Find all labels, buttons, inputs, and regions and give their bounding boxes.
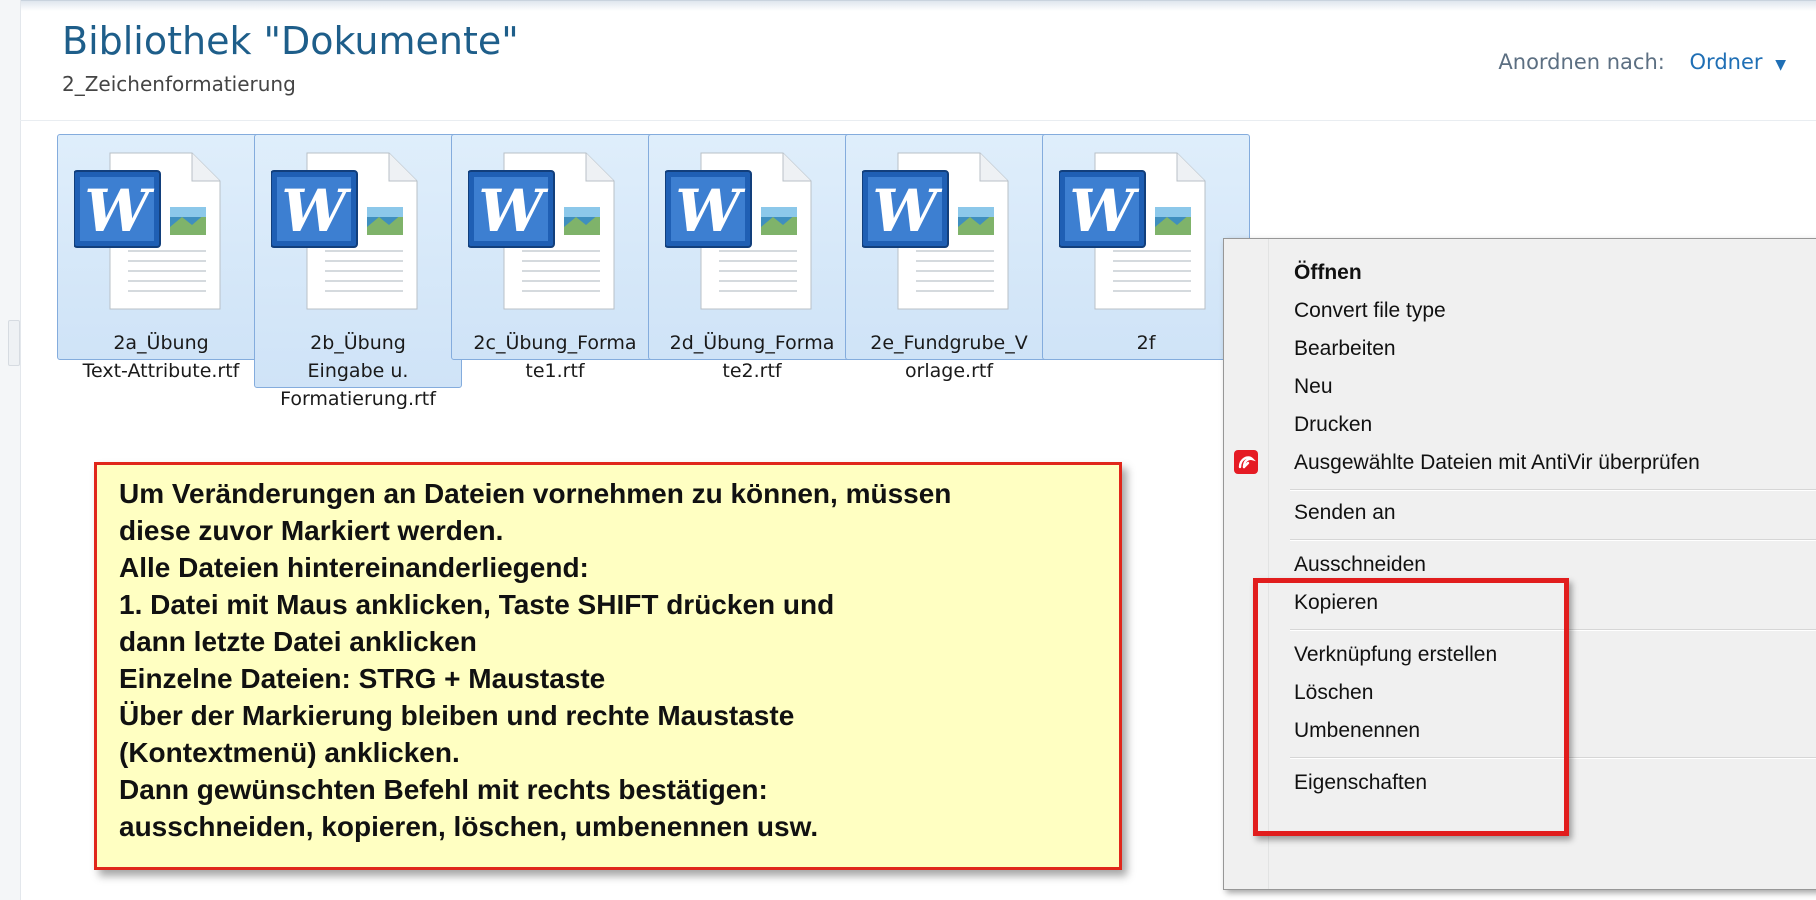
menu-item-ausgewählte-dateien-mit-antivir-überprüfen[interactable]: Ausgewählte Dateien mit AntiVir überprüf… xyxy=(1224,443,1816,485)
svg-text:W: W xyxy=(478,177,548,245)
note-line: 1. Datei mit Maus anklicken, Taste SHIFT… xyxy=(119,589,835,620)
menu-item-label: Ausgewählte Dateien mit AntiVir überprüf… xyxy=(1294,451,1700,474)
note-line: Alle Dateien hintereinanderliegend: xyxy=(119,552,589,583)
file-name-line: 2a_Übung xyxy=(113,332,209,354)
word-document-icon: W xyxy=(270,151,421,311)
menu-item-öffnen[interactable]: Öffnen xyxy=(1224,253,1816,295)
menu-item-label: Drucken xyxy=(1294,413,1373,436)
file-name-line: 2d_Übung_Forma xyxy=(669,332,835,354)
menu-item-label: Senden an xyxy=(1294,501,1396,524)
menu-item-label: Neu xyxy=(1294,375,1333,398)
file-name-line: 2e_Fundgrube_V xyxy=(870,332,1028,354)
chevron-down-icon[interactable]: ▼ xyxy=(1775,57,1786,73)
file-name-line: 2b_Übung xyxy=(310,332,406,354)
arrange-by-dropdown[interactable]: Ordner xyxy=(1690,50,1763,74)
note-line: ausschneiden, kopieren, löschen, umbenen… xyxy=(119,811,819,842)
word-document-icon: W xyxy=(467,151,618,311)
header-divider xyxy=(20,120,1816,121)
svg-text:W: W xyxy=(1069,177,1139,245)
file-item[interactable]: W 2f xyxy=(1042,134,1250,360)
note-line: Dann gewünschten Befehl mit rechts bestä… xyxy=(119,774,768,805)
word-document-icon: W xyxy=(73,151,224,311)
svg-text:W: W xyxy=(872,177,942,245)
file-name: 2d_Übung_Forma te2.rtf xyxy=(653,329,851,385)
menu-separator xyxy=(1290,489,1816,491)
file-name-line: 2f xyxy=(1136,332,1156,354)
menu-item-drucken[interactable]: Drucken xyxy=(1224,405,1816,447)
file-name-line: 2c_Übung_Forma xyxy=(473,332,637,354)
menu-item-label: Ausschneiden xyxy=(1294,553,1426,576)
note-line: Über der Markierung bleiben und rechte M… xyxy=(119,700,795,731)
file-name-line: te2.rtf xyxy=(722,360,782,382)
menu-separator xyxy=(1290,539,1816,541)
arrange-by-label: Anordnen nach: xyxy=(1498,50,1665,74)
file-name: 2a_Übung Text-Attribute.rtf xyxy=(62,329,260,385)
note-line: dann letzte Datei anklicken xyxy=(119,626,477,657)
menu-item-label: Convert file type xyxy=(1294,299,1446,322)
svg-text:W: W xyxy=(84,177,154,245)
word-document-icon: W xyxy=(1058,151,1209,311)
svg-text:W: W xyxy=(281,177,351,245)
file-item[interactable]: W 2d_Übung_Forma te2.rtf xyxy=(648,134,856,382)
file-name-line: Text-Attribute.rtf xyxy=(82,360,240,382)
file-name-line: Eingabe u. xyxy=(307,360,409,382)
file-name-line: Formatierung.rtf xyxy=(280,388,436,410)
file-item[interactable]: W 2e_Fundgrube_V orlage.rtf xyxy=(845,134,1053,382)
file-name: 2b_Übung Eingabe u. Formatierung.rtf xyxy=(259,329,457,413)
file-item[interactable]: W 2a_Übung Text-Attribute.rtf xyxy=(57,134,265,382)
window-top-border xyxy=(0,0,1816,11)
file-name: 2e_Fundgrube_V orlage.rtf xyxy=(850,329,1048,385)
menu-item-neu[interactable]: Neu xyxy=(1224,367,1816,409)
note-line: Einzelne Dateien: STRG + Maustaste xyxy=(119,663,606,694)
file-item[interactable]: W 2b_Übung Eingabe u. Formatierung.rtf xyxy=(254,134,462,410)
svg-text:W: W xyxy=(675,177,745,245)
instruction-note: Um Veränderungen an Dateien vornehmen zu… xyxy=(94,462,1122,870)
file-name-line: orlage.rtf xyxy=(904,360,994,382)
library-title: Bibliothek "Dokumente" xyxy=(62,19,519,63)
file-item[interactable]: W 2c_Übung_Forma te1.rtf xyxy=(451,134,659,382)
menu-item-senden-an[interactable]: Senden an xyxy=(1224,493,1816,535)
navigation-pane-edge xyxy=(0,0,21,900)
note-line: diese zuvor Markiert werden. xyxy=(119,515,504,546)
menu-item-label: Bearbeiten xyxy=(1294,337,1396,360)
library-subtitle: 2_Zeichenformatierung xyxy=(62,71,296,96)
file-name: 2f xyxy=(1047,329,1245,357)
antivir-umbrella-icon xyxy=(1234,450,1258,474)
library-header: Bibliothek "Dokumente" 2_Zeichenformatie… xyxy=(62,19,519,96)
highlight-box xyxy=(1253,578,1569,836)
note-line: Um Veränderungen an Dateien vornehmen zu… xyxy=(119,478,952,509)
menu-item-label: Öffnen xyxy=(1294,261,1362,284)
word-document-icon: W xyxy=(664,151,815,311)
menu-item-bearbeiten[interactable]: Bearbeiten xyxy=(1224,329,1816,371)
file-name-line: te1.rtf xyxy=(525,360,585,382)
menu-item-convert-file-type[interactable]: Convert file type xyxy=(1224,291,1816,333)
pane-splitter-handle[interactable] xyxy=(8,320,20,366)
file-name: 2c_Übung_Forma te1.rtf xyxy=(456,329,654,385)
arrange-by: Anordnen nach: Ordner ▼ xyxy=(1498,50,1786,74)
note-line: (Kontextmenü) anklicken. xyxy=(119,737,460,768)
word-document-icon: W xyxy=(861,151,1012,311)
